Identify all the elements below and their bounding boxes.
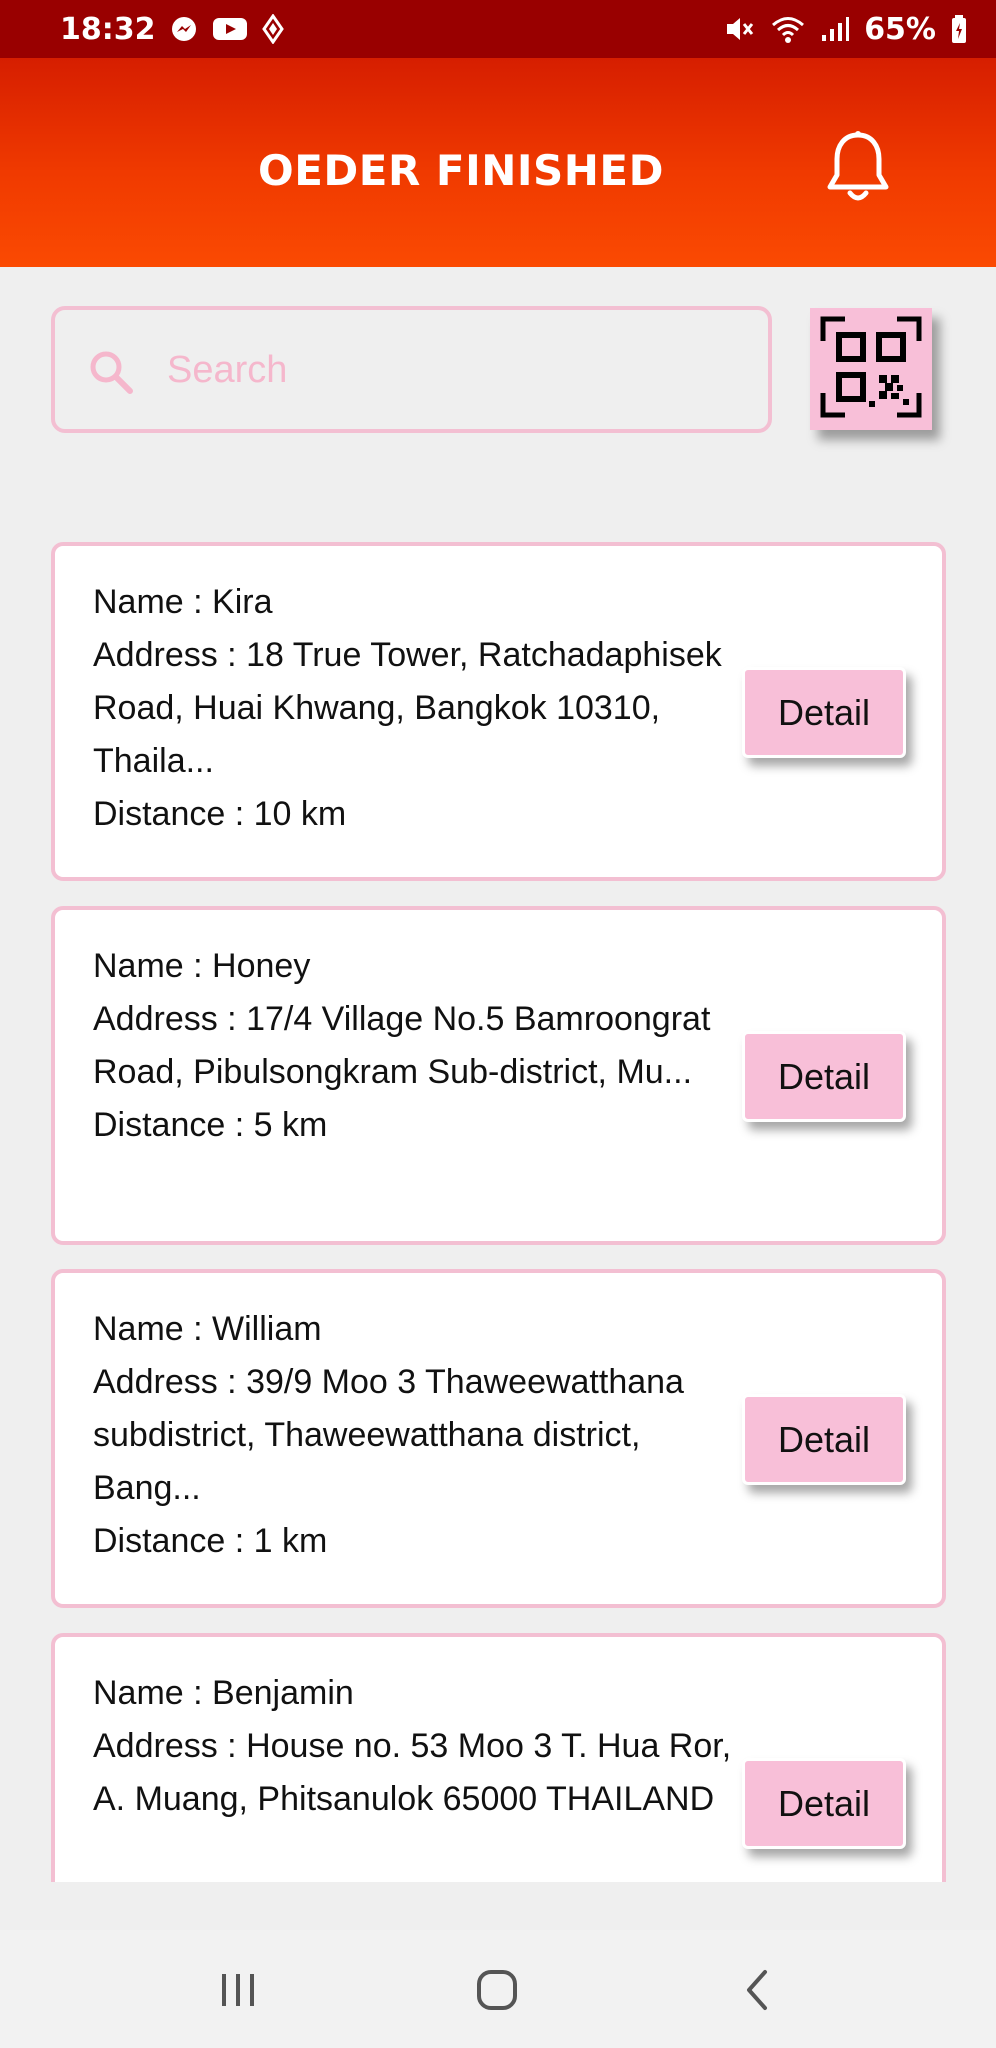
order-address: Address : 17/4 Village No.5 Bamroongrat …	[93, 1000, 711, 1091]
navigation-bar	[0, 1930, 996, 2048]
status-left: 18:32	[60, 12, 284, 47]
order-card: Name : Kira Address : 18 True Tower, Rat…	[51, 542, 946, 881]
order-distance: Distance : 5 km	[93, 1106, 328, 1144]
order-name: Name : Benjamin	[93, 1674, 354, 1712]
order-info: Name : Kira Address : 18 True Tower, Rat…	[93, 576, 733, 841]
search-icon	[87, 348, 135, 396]
order-address: Address : 18 True Tower, Ratchadaphisek …	[93, 636, 722, 780]
recents-icon[interactable]	[198, 1960, 278, 2020]
detail-button[interactable]: Detail	[742, 667, 906, 758]
youtube-icon	[212, 16, 248, 42]
search-input[interactable]	[167, 340, 727, 400]
home-icon[interactable]	[457, 1960, 537, 2020]
page-title: OEDER FINISHED	[258, 146, 664, 195]
order-address: Address : House no. 53 Moo 3 T. Hua Ror,…	[93, 1727, 732, 1818]
detail-button[interactable]: Detail	[742, 1758, 906, 1849]
order-distance: Distance : 10 km	[93, 795, 347, 833]
order-name: Name : Kira	[93, 583, 273, 621]
order-info: Name : Honey Address : 17/4 Village No.5…	[93, 940, 733, 1152]
messenger-icon	[170, 15, 198, 43]
back-icon[interactable]	[716, 1960, 796, 2020]
order-name: Name : William	[93, 1310, 322, 1348]
order-card: Name : Benjamin Address : House no. 53 M…	[51, 1633, 946, 1882]
qr-scan-button[interactable]	[810, 308, 932, 430]
mute-icon	[724, 14, 756, 44]
battery-icon	[950, 14, 968, 44]
order-card: Name : Honey Address : 17/4 Village No.5…	[51, 906, 946, 1245]
order-list[interactable]: Name : Kira Address : 18 True Tower, Rat…	[51, 542, 946, 1882]
status-right: 65%	[724, 12, 968, 47]
order-address: Address : 39/9 Moo 3 Thaweewatthana subd…	[93, 1363, 684, 1507]
signal-icon	[820, 15, 850, 43]
order-info: Name : William Address : 39/9 Moo 3 Thaw…	[93, 1303, 733, 1568]
order-card: Name : William Address : 39/9 Moo 3 Thaw…	[51, 1269, 946, 1608]
detail-button[interactable]: Detail	[742, 1031, 906, 1122]
diamond-icon	[261, 14, 284, 44]
detail-button[interactable]: Detail	[742, 1394, 906, 1485]
status-bar: 18:32 65%	[0, 0, 996, 58]
bell-icon[interactable]	[818, 126, 898, 210]
order-info: Name : Benjamin Address : House no. 53 M…	[93, 1667, 733, 1826]
order-name: Name : Honey	[93, 947, 311, 985]
order-distance: Distance : 1 km	[93, 1522, 328, 1560]
app-bar: OEDER FINISHED	[0, 58, 996, 267]
battery-percent: 65%	[864, 11, 936, 47]
status-time: 18:32	[60, 11, 156, 47]
search-box[interactable]	[51, 306, 772, 433]
qr-code-icon	[819, 315, 923, 423]
wifi-icon	[770, 14, 806, 44]
